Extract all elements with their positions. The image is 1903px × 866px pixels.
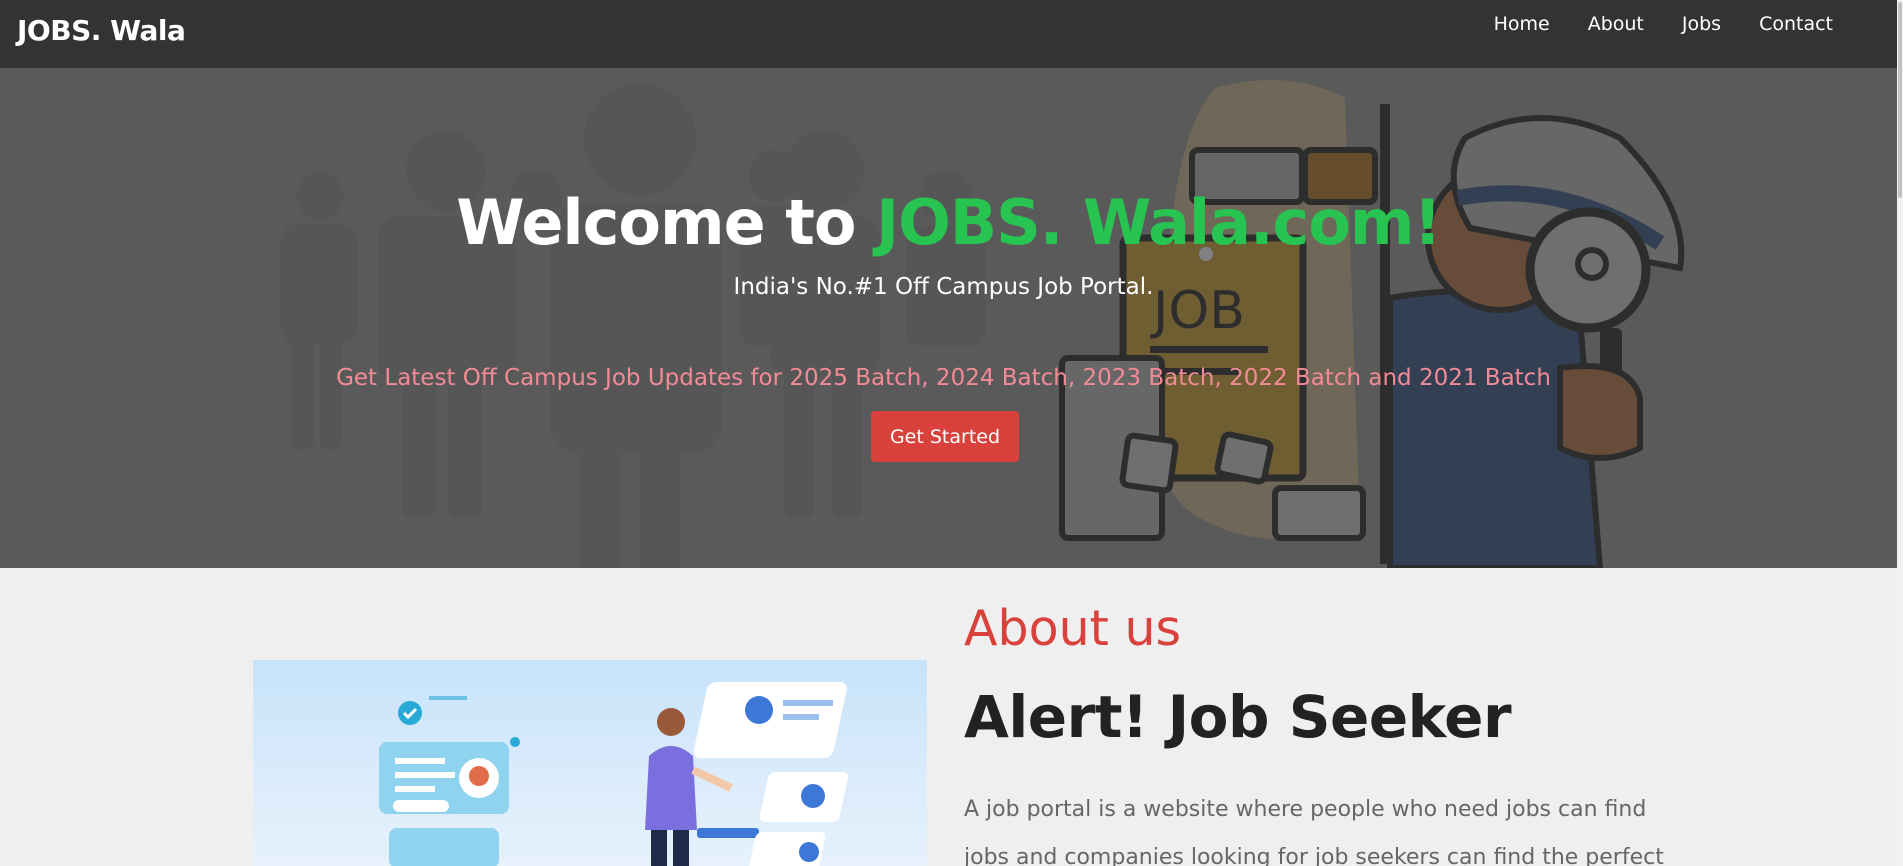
- about-us-title: About us: [964, 600, 1182, 657]
- hero-title: Welcome to JOBS. Wala.com!: [0, 186, 1897, 259]
- top-navbar: JOBS. Wala Home About Jobs Contact: [0, 0, 1897, 68]
- floating-profile-cards-icon: [693, 682, 849, 866]
- scrollbar-thumb[interactable]: [1898, 2, 1902, 198]
- hero-subtitle: India's No.#1 Off Campus Job Portal.: [733, 274, 1154, 300]
- nav-link-home[interactable]: Home: [1475, 13, 1569, 35]
- nav-link-contact[interactable]: Contact: [1740, 13, 1852, 35]
- about-illustration-art: [379, 682, 849, 866]
- hero-section: JOB Welcome to JOBS. Wala.com! India's N…: [0, 68, 1897, 568]
- hero-title-prefix: Welcome to: [456, 186, 877, 259]
- about-description: A job portal is a website where people w…: [964, 797, 1664, 866]
- hero-overlay: [0, 68, 1897, 568]
- job-seeker-profiles-illustration: [253, 660, 927, 866]
- nav-links: Home About Jobs Contact: [1475, 13, 1852, 35]
- hero-batch-updates: Get Latest Off Campus Job Updates for 20…: [336, 365, 1551, 391]
- profile-card-icon: [379, 742, 509, 814]
- nav-link-jobs[interactable]: Jobs: [1663, 13, 1740, 35]
- brand-logo[interactable]: JOBS. Wala: [17, 14, 186, 47]
- get-started-button[interactable]: Get Started: [871, 411, 1019, 462]
- page-scrollbar[interactable]: [1897, 0, 1903, 866]
- hero-title-accent: JOBS. Wala.com!: [876, 186, 1442, 259]
- about-heading: Alert! Job Seeker: [964, 683, 1512, 751]
- nav-link-about[interactable]: About: [1569, 13, 1663, 35]
